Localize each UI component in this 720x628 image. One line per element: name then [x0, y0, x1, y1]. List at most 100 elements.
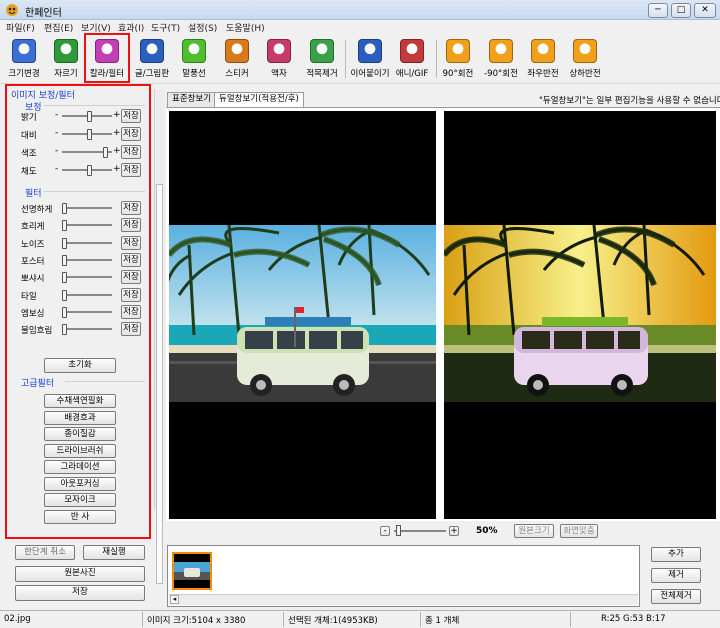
left-panel-scrollbar[interactable]: [154, 89, 164, 584]
filter-slider[interactable]: [62, 237, 112, 249]
redo-button[interactable]: 재실행: [83, 545, 145, 560]
flip-vertical-icon: [573, 39, 597, 63]
menu-file[interactable]: 파일(F): [6, 21, 35, 34]
save-correction-button[interactable]: 저장: [121, 145, 141, 159]
divider: [65, 381, 145, 382]
tool-color-filter[interactable]: 칼라/필터: [87, 36, 127, 82]
tool-red-eye[interactable]: 적목제거: [302, 36, 342, 82]
save-button[interactable]: 저장: [15, 585, 145, 601]
zoom-out-button[interactable]: -: [380, 526, 390, 536]
filter-slider[interactable]: [62, 323, 112, 336]
remove-button[interactable]: 제거: [651, 568, 701, 583]
advanced-filter-button[interactable]: 그라데이션: [44, 460, 116, 474]
dual-view-notice: "듀얼창보기"는 일부 편집기능을 사용할 수 없습니다.: [539, 96, 720, 106]
menu-edit[interactable]: 편집(E): [44, 21, 73, 34]
menu-tools[interactable]: 도구(T): [151, 21, 180, 34]
save-filter-button[interactable]: 저장: [121, 287, 141, 302]
save-correction-button[interactable]: 저장: [121, 163, 141, 177]
advanced-filter-button[interactable]: 종이질감: [44, 427, 116, 441]
menu-help[interactable]: 도움말(H): [226, 21, 265, 34]
save-filter-button[interactable]: 저장: [121, 270, 141, 285]
menu-settings[interactable]: 설정(S): [188, 21, 217, 34]
correction-slider[interactable]: [62, 110, 112, 122]
save-correction-button[interactable]: 저장: [121, 127, 141, 141]
correction-slider[interactable]: [62, 128, 112, 140]
divider: [570, 612, 571, 627]
filter-slider[interactable]: [62, 202, 112, 214]
filter-slider[interactable]: [62, 271, 112, 284]
thumbnail-scrollbar[interactable]: ◂: [169, 594, 638, 605]
correction-label: 대비: [21, 131, 37, 141]
save-filter-button[interactable]: 저장: [121, 322, 141, 337]
divider: [44, 105, 145, 106]
divider: [142, 612, 143, 627]
edited-image-view[interactable]: [444, 111, 716, 519]
filter-slider[interactable]: [62, 289, 112, 301]
tab-standard-view[interactable]: 표준창보기: [167, 92, 217, 107]
flip-horizontal-icon: [531, 39, 555, 63]
advanced-filter-button[interactable]: 드라이브러쉬: [44, 443, 116, 458]
close-button[interactable]: ✕: [694, 3, 716, 18]
status-total: 총 1 개체: [425, 616, 460, 626]
fit-screen-button[interactable]: 화면맞춤: [560, 524, 598, 538]
original-photo-button[interactable]: 원본사진: [15, 566, 145, 582]
menu-effect[interactable]: 효과(I): [118, 21, 144, 34]
remove-all-button[interactable]: 전체제거: [651, 589, 701, 604]
zoom-level: 50%: [476, 526, 498, 536]
panel-title: 이미지 보정/필터: [11, 91, 75, 101]
advanced-filter-button[interactable]: 모자이크: [44, 493, 116, 507]
tab-dual-view[interactable]: 듀얼창보기(적용전/후): [214, 92, 304, 108]
thumbnail-list: ◂: [167, 545, 640, 607]
advanced-filter-button[interactable]: 수채색연필화: [44, 394, 116, 408]
minimize-button[interactable]: ─: [648, 3, 668, 18]
filter-section-title: 필터: [25, 189, 42, 199]
reset-button[interactable]: 초기화: [44, 358, 116, 373]
status-bar: 02.jpg 이미지 크기:5104 x 3380 선택된 개체:1(4953K…: [0, 610, 720, 628]
increase-label: +: [113, 164, 121, 174]
tool-gif[interactable]: 애니/GIF: [392, 36, 432, 82]
filter-label: 뽀샤시: [21, 274, 45, 285]
menu-view[interactable]: 보기(V): [81, 21, 111, 34]
correction-label: 색조: [21, 149, 37, 159]
filter-slider[interactable]: [62, 254, 112, 266]
save-filter-button[interactable]: 저장: [121, 235, 141, 250]
add-button[interactable]: 추가: [651, 547, 701, 562]
filter-slider[interactable]: [62, 219, 112, 232]
save-filter-button[interactable]: 저장: [121, 201, 141, 215]
filter-label: 엠보싱: [21, 308, 45, 319]
zoom-slider-track[interactable]: [394, 530, 446, 532]
maximize-button[interactable]: □: [671, 3, 691, 18]
speech-bubble-icon: [182, 39, 206, 63]
thumbnail-item[interactable]: [172, 552, 212, 590]
tool-label: 상하반전: [569, 69, 601, 79]
tool-flip-vertical[interactable]: 상하반전: [565, 36, 605, 82]
correction-slider[interactable]: [62, 146, 112, 158]
text-paint-icon: [140, 39, 164, 63]
decrease-label: -: [55, 164, 59, 174]
red-eye-icon: [310, 39, 334, 63]
scrollbar-thumb[interactable]: [156, 184, 163, 584]
zoom-in-button[interactable]: +: [449, 526, 459, 536]
increase-label: +: [113, 128, 121, 138]
correction-slider[interactable]: [62, 164, 112, 176]
save-filter-button[interactable]: 저장: [121, 218, 141, 233]
original-image-view[interactable]: [169, 111, 436, 519]
crop-icon: [54, 39, 78, 63]
save-filter-button[interactable]: 저장: [121, 252, 141, 267]
increase-label: +: [113, 146, 121, 156]
filter-slider[interactable]: [62, 306, 112, 318]
undo-button[interactable]: 한단계 취소: [15, 545, 75, 560]
status-filename: 02.jpg: [4, 614, 31, 624]
advanced-filter-button[interactable]: 배경흐과: [44, 410, 116, 425]
advanced-filter-button[interactable]: 반 사: [44, 509, 116, 524]
scroll-left-arrow-icon[interactable]: ◂: [170, 595, 179, 604]
save-correction-button[interactable]: 저장: [121, 109, 141, 123]
edited-photo: [444, 225, 716, 402]
zoom-slider-thumb[interactable]: [396, 525, 401, 536]
original-size-button[interactable]: 원본크기: [514, 524, 554, 538]
advanced-filter-title: 고급필터: [21, 379, 55, 389]
divider: [44, 191, 145, 192]
save-filter-button[interactable]: 저장: [121, 304, 141, 319]
advanced-filter-button[interactable]: 아웃포커싱: [44, 476, 116, 491]
original-photo: [169, 225, 436, 402]
